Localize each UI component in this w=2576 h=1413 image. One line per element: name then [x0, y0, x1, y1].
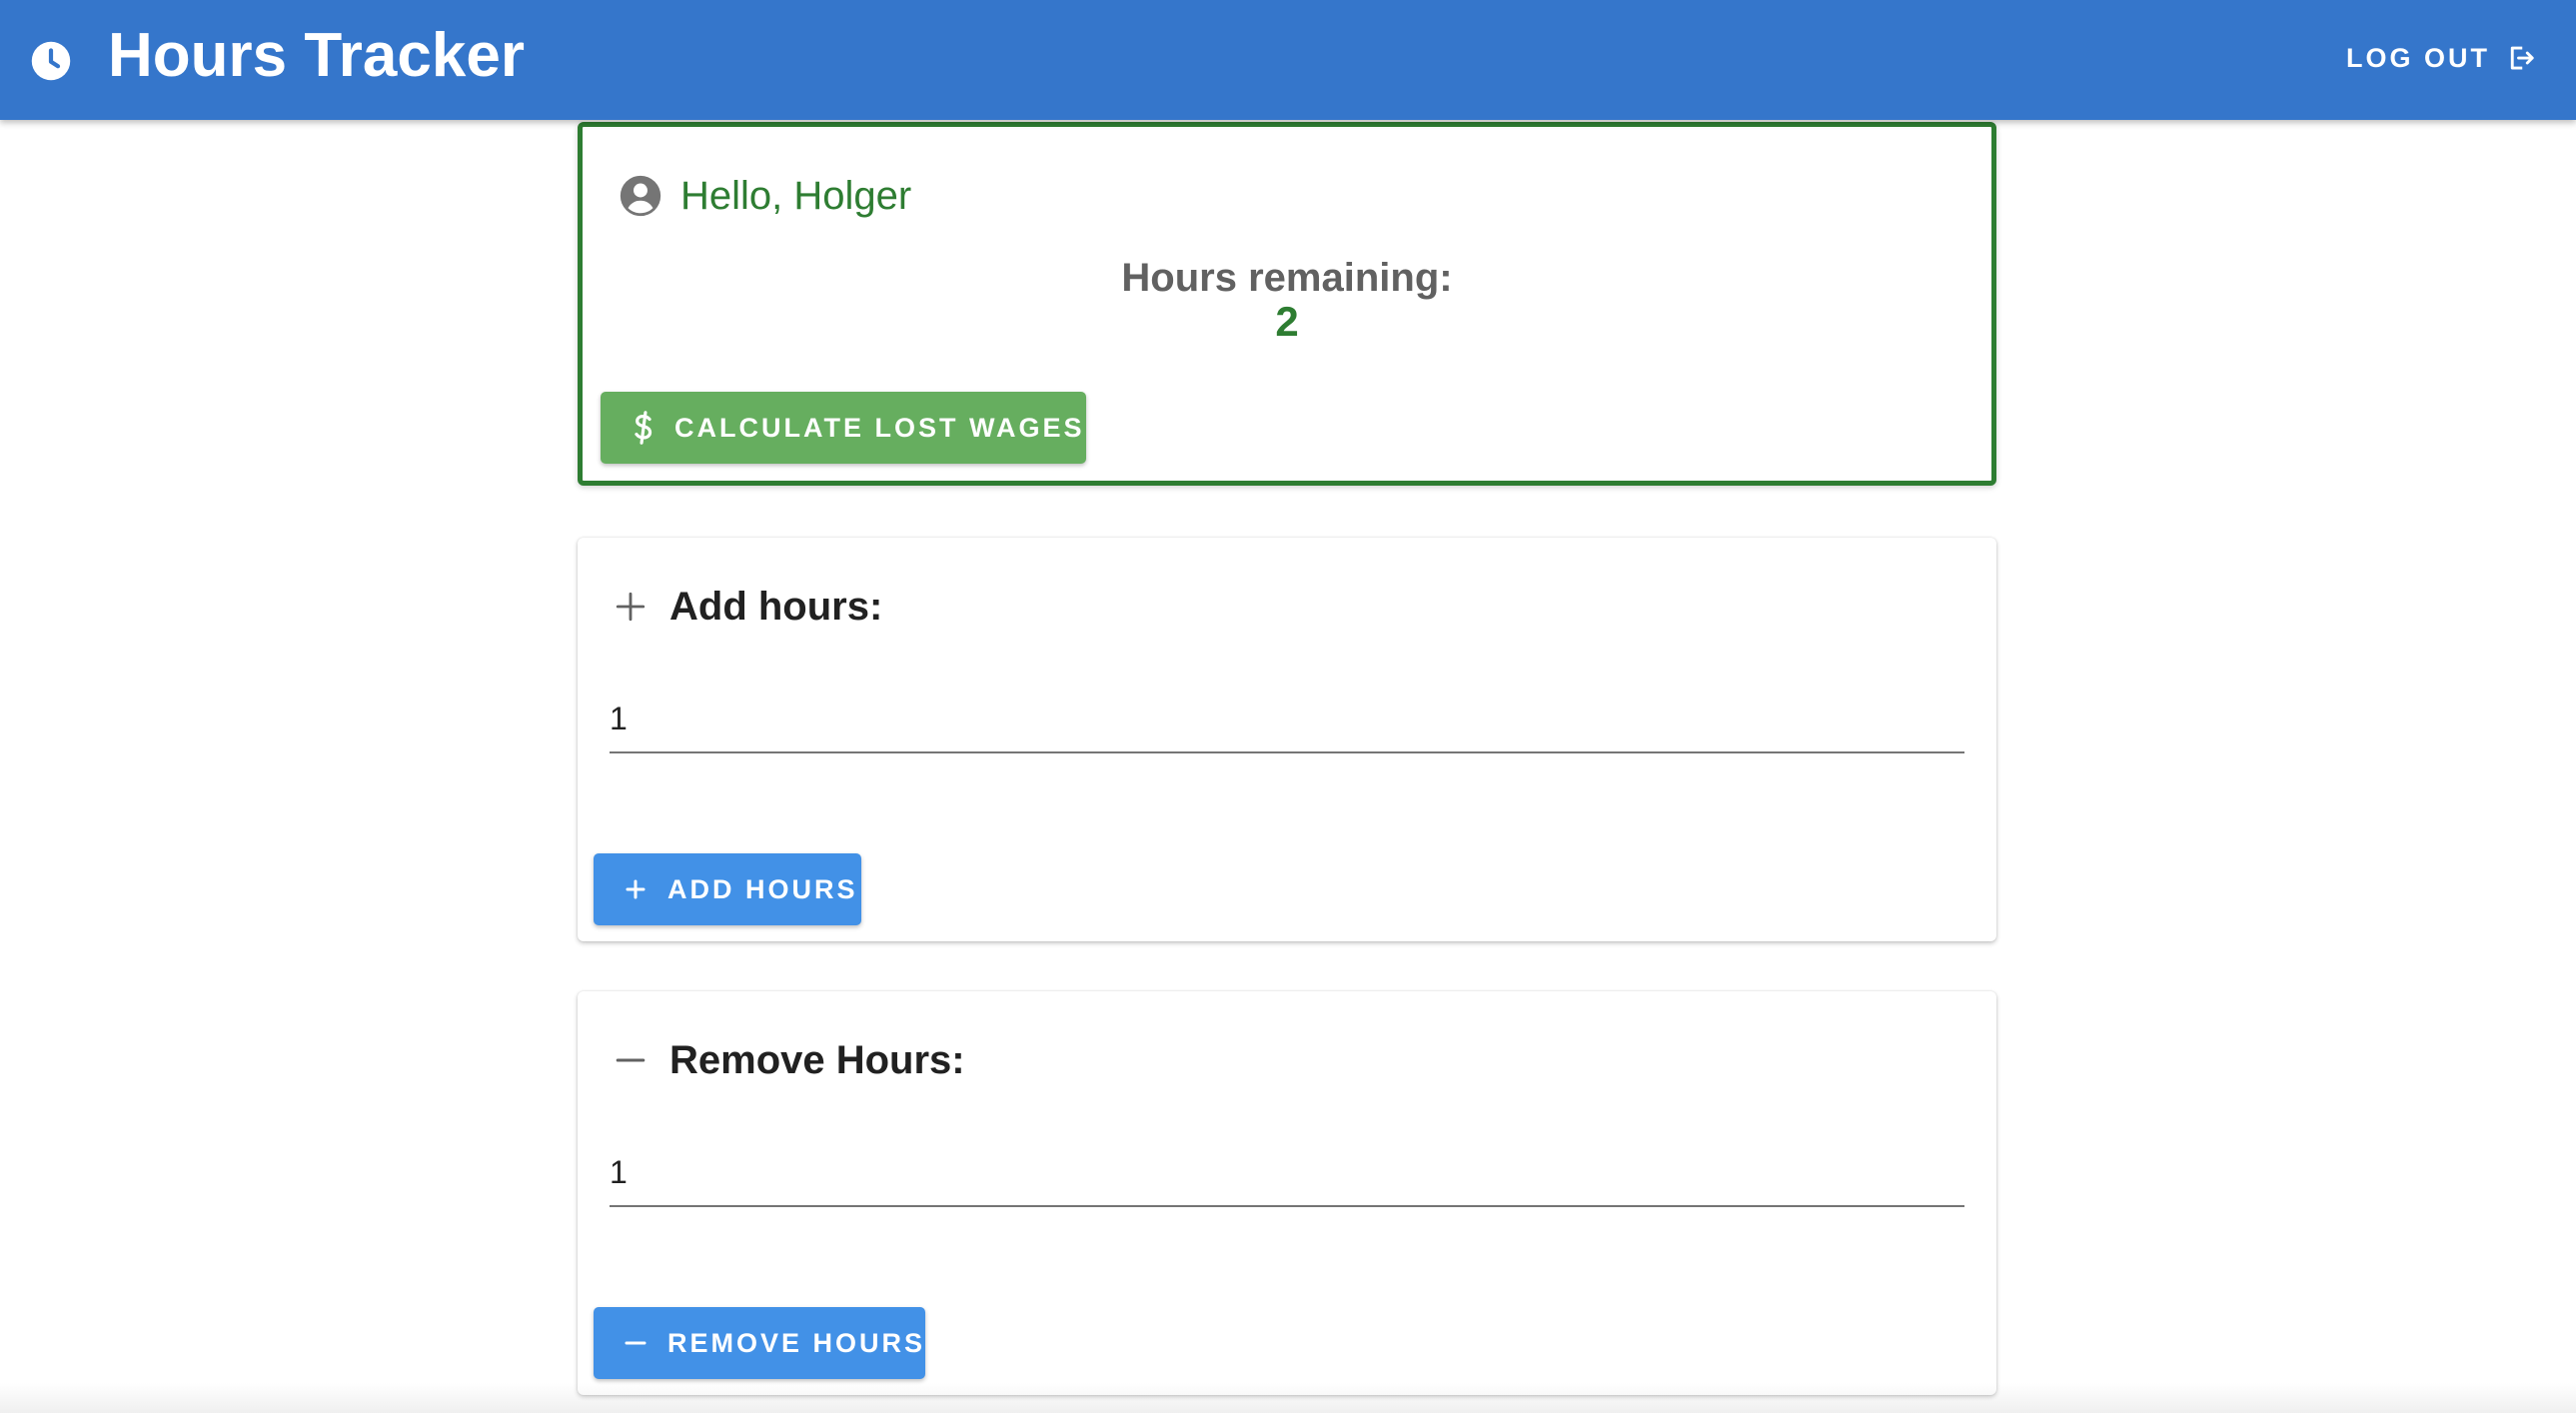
greeting-row: Hello, Holger	[619, 171, 911, 221]
hours-remaining-value: 2	[1275, 298, 1299, 345]
calculate-lost-wages-label: CALCULATE LOST WAGES	[674, 412, 1085, 443]
add-hours-button[interactable]: ADD HOURS	[594, 853, 861, 925]
app-title: Hours Tracker	[108, 21, 525, 90]
remove-hours-header: Remove Hours:	[614, 1035, 965, 1085]
minus-icon	[616, 1058, 645, 1062]
add-hours-title: Add hours:	[669, 585, 883, 629]
logout-icon	[2510, 46, 2534, 70]
remove-hours-title: Remove Hours:	[669, 1038, 965, 1082]
logout-label: LOG OUT	[2346, 42, 2490, 73]
remove-hours-button-label: REMOVE HOURS	[667, 1327, 926, 1358]
remove-hours-field	[610, 1141, 1964, 1207]
logout-button[interactable]: LOG OUT	[2346, 30, 2536, 86]
add-hours-input[interactable]	[610, 688, 1964, 749]
welcome-card: Hello, Holger Hours remaining: 2 CALCULA…	[578, 122, 1996, 486]
plus-icon	[626, 879, 645, 899]
minus-icon	[625, 1341, 646, 1345]
account-circle-icon	[620, 175, 661, 217]
remove-hours-card: Remove Hours: REMOVE HOURS	[578, 991, 1996, 1395]
add-hours-header: Add hours:	[614, 582, 882, 632]
hours-remaining-label: Hours remaining:	[1121, 256, 1453, 300]
app-bar: Hours Tracker LOG OUT	[0, 0, 2576, 120]
dollar-icon	[635, 411, 652, 445]
remove-hours-input[interactable]	[610, 1141, 1964, 1203]
plus-icon	[616, 592, 645, 622]
remove-hours-button[interactable]: REMOVE HOURS	[594, 1307, 925, 1379]
add-hours-button-label: ADD HOURS	[667, 873, 858, 904]
greeting-text: Hello, Holger	[680, 174, 912, 218]
calculate-lost-wages-button[interactable]: CALCULATE LOST WAGES	[601, 392, 1086, 464]
add-hours-card: Add hours: ADD HOURS	[578, 538, 1996, 941]
add-hours-field	[610, 688, 1964, 753]
clock-icon	[31, 41, 71, 81]
